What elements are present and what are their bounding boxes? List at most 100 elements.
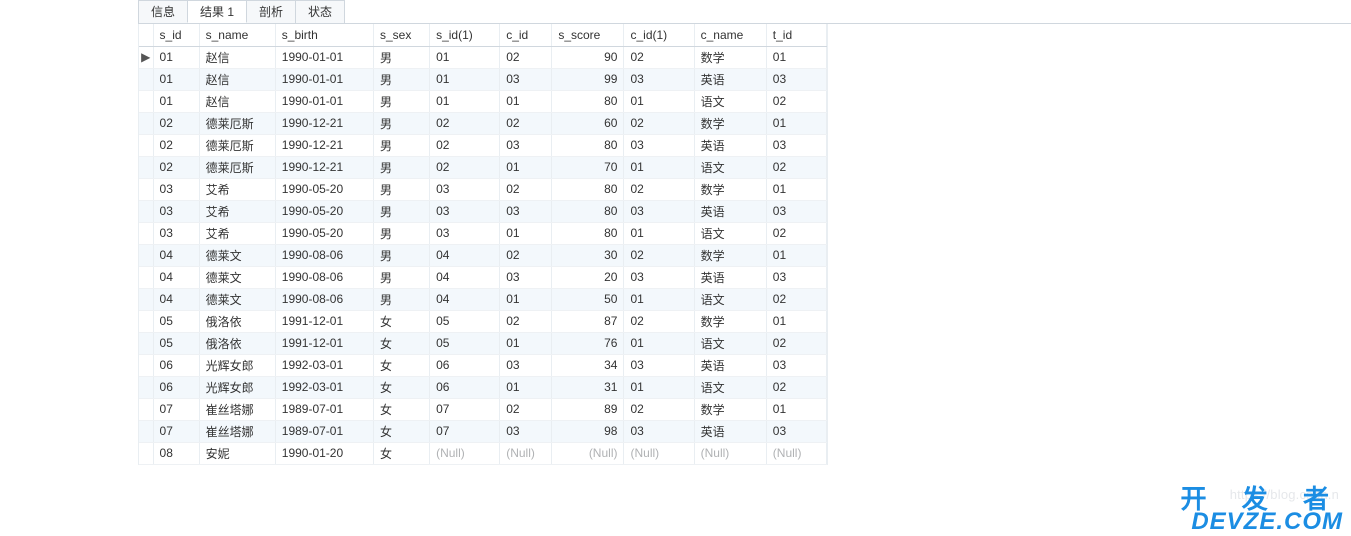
tab-profile[interactable]: 剖析 xyxy=(246,0,296,23)
cell-c_id[interactable]: 01 xyxy=(500,332,552,354)
cell-s_birth[interactable]: 1990-05-20 xyxy=(275,222,373,244)
cell-c_name[interactable]: 英语 xyxy=(694,134,766,156)
cell-s_sex[interactable]: 男 xyxy=(373,222,429,244)
cell-s_id[interactable]: 06 xyxy=(153,376,199,398)
tab-info[interactable]: 信息 xyxy=(138,0,188,23)
cell-s_score[interactable]: 30 xyxy=(552,244,624,266)
cell-s_id1[interactable]: 06 xyxy=(430,376,500,398)
table-row[interactable]: 03艾希1990-05-20男03028002数学01 xyxy=(139,178,827,200)
cell-c_name[interactable]: 语文 xyxy=(694,156,766,178)
cell-s_name[interactable]: 崔丝塔娜 xyxy=(199,398,275,420)
cell-c_name[interactable]: 数学 xyxy=(694,244,766,266)
cell-s_id[interactable]: 02 xyxy=(153,156,199,178)
cell-s_id[interactable]: 06 xyxy=(153,354,199,376)
cell-c_id[interactable]: 02 xyxy=(500,178,552,200)
table-row[interactable]: 05俄洛依1991-12-01女05028702数学01 xyxy=(139,310,827,332)
cell-s_sex[interactable]: 女 xyxy=(373,354,429,376)
cell-c_name[interactable]: 数学 xyxy=(694,178,766,200)
result-table[interactable]: s_id s_name s_birth s_sex s_id(1) c_id s… xyxy=(139,24,827,465)
cell-s_score[interactable]: 70 xyxy=(552,156,624,178)
cell-t_id[interactable]: 03 xyxy=(766,354,826,376)
cell-c_id[interactable]: 03 xyxy=(500,420,552,442)
tab-status[interactable]: 状态 xyxy=(295,0,345,23)
table-row[interactable]: 03艾希1990-05-20男03018001语文02 xyxy=(139,222,827,244)
table-row[interactable]: 06光辉女郎1992-03-01女06013101语文02 xyxy=(139,376,827,398)
cell-s_id[interactable]: 01 xyxy=(153,68,199,90)
cell-c_id1[interactable]: 01 xyxy=(624,156,694,178)
cell-c_id1[interactable]: 01 xyxy=(624,288,694,310)
cell-c_id[interactable]: (Null) xyxy=(500,442,552,464)
cell-s_score[interactable]: 20 xyxy=(552,266,624,288)
table-row[interactable]: 07崔丝塔娜1989-07-01女07028902数学01 xyxy=(139,398,827,420)
cell-c_id[interactable]: 03 xyxy=(500,134,552,156)
cell-c_id[interactable]: 03 xyxy=(500,266,552,288)
cell-s_birth[interactable]: 1990-05-20 xyxy=(275,178,373,200)
cell-t_id[interactable]: 01 xyxy=(766,310,826,332)
col-s_name[interactable]: s_name xyxy=(199,24,275,46)
cell-s_name[interactable]: 德莱文 xyxy=(199,244,275,266)
cell-s_birth[interactable]: 1990-08-06 xyxy=(275,288,373,310)
cell-c_id1[interactable]: 03 xyxy=(624,354,694,376)
cell-s_id1[interactable]: 02 xyxy=(430,156,500,178)
cell-s_id[interactable]: 02 xyxy=(153,134,199,156)
cell-c_id1[interactable]: 03 xyxy=(624,200,694,222)
cell-s_birth[interactable]: 1990-08-06 xyxy=(275,244,373,266)
col-s_id1[interactable]: s_id(1) xyxy=(430,24,500,46)
cell-s_name[interactable]: 赵信 xyxy=(199,68,275,90)
cell-s_name[interactable]: 俄洛依 xyxy=(199,332,275,354)
col-t_id[interactable]: t_id xyxy=(766,24,826,46)
cell-c_id1[interactable]: 03 xyxy=(624,134,694,156)
cell-s_name[interactable]: 赵信 xyxy=(199,90,275,112)
cell-s_name[interactable]: 安妮 xyxy=(199,442,275,464)
cell-s_id1[interactable]: 01 xyxy=(430,46,500,68)
cell-c_id[interactable]: 02 xyxy=(500,310,552,332)
cell-s_id1[interactable]: 04 xyxy=(430,244,500,266)
cell-c_name[interactable]: 英语 xyxy=(694,354,766,376)
cell-s_score[interactable]: 80 xyxy=(552,222,624,244)
cell-c_id1[interactable]: 01 xyxy=(624,376,694,398)
cell-s_score[interactable]: 99 xyxy=(552,68,624,90)
cell-s_id[interactable]: 05 xyxy=(153,332,199,354)
cell-s_sex[interactable]: 女 xyxy=(373,398,429,420)
cell-s_name[interactable]: 德莱厄斯 xyxy=(199,156,275,178)
cell-s_id1[interactable]: 02 xyxy=(430,134,500,156)
cell-s_score[interactable]: 80 xyxy=(552,90,624,112)
cell-s_id1[interactable]: 04 xyxy=(430,288,500,310)
cell-s_score[interactable]: 31 xyxy=(552,376,624,398)
table-row[interactable]: 06光辉女郎1992-03-01女06033403英语03 xyxy=(139,354,827,376)
cell-c_id[interactable]: 01 xyxy=(500,288,552,310)
cell-c_id[interactable]: 01 xyxy=(500,156,552,178)
cell-s_id1[interactable]: 06 xyxy=(430,354,500,376)
cell-c_id[interactable]: 02 xyxy=(500,244,552,266)
cell-s_birth[interactable]: 1990-01-01 xyxy=(275,68,373,90)
cell-s_name[interactable]: 德莱文 xyxy=(199,288,275,310)
cell-s_id[interactable]: 07 xyxy=(153,398,199,420)
cell-c_id1[interactable]: 02 xyxy=(624,46,694,68)
cell-s_id1[interactable]: (Null) xyxy=(430,442,500,464)
cell-c_id1[interactable]: 02 xyxy=(624,310,694,332)
cell-s_sex[interactable]: 女 xyxy=(373,332,429,354)
cell-s_sex[interactable]: 男 xyxy=(373,112,429,134)
cell-s_sex[interactable]: 男 xyxy=(373,200,429,222)
cell-s_score[interactable]: 76 xyxy=(552,332,624,354)
cell-s_birth[interactable]: 1991-12-01 xyxy=(275,310,373,332)
cell-c_id1[interactable]: 02 xyxy=(624,244,694,266)
col-s_score[interactable]: s_score xyxy=(552,24,624,46)
cell-s_id1[interactable]: 07 xyxy=(430,420,500,442)
cell-s_sex[interactable]: 女 xyxy=(373,376,429,398)
cell-s_sex[interactable]: 男 xyxy=(373,90,429,112)
cell-t_id[interactable]: 03 xyxy=(766,134,826,156)
cell-s_id[interactable]: 02 xyxy=(153,112,199,134)
cell-s_name[interactable]: 艾希 xyxy=(199,200,275,222)
cell-c_id[interactable]: 01 xyxy=(500,90,552,112)
cell-s_id1[interactable]: 04 xyxy=(430,266,500,288)
col-c_id[interactable]: c_id xyxy=(500,24,552,46)
cell-c_id1[interactable]: (Null) xyxy=(624,442,694,464)
cell-c_name[interactable]: 语文 xyxy=(694,90,766,112)
cell-c_id[interactable]: 02 xyxy=(500,112,552,134)
cell-s_name[interactable]: 俄洛依 xyxy=(199,310,275,332)
cell-t_id[interactable]: 02 xyxy=(766,90,826,112)
cell-s_birth[interactable]: 1990-05-20 xyxy=(275,200,373,222)
cell-s_birth[interactable]: 1990-01-20 xyxy=(275,442,373,464)
cell-c_name[interactable]: 语文 xyxy=(694,376,766,398)
